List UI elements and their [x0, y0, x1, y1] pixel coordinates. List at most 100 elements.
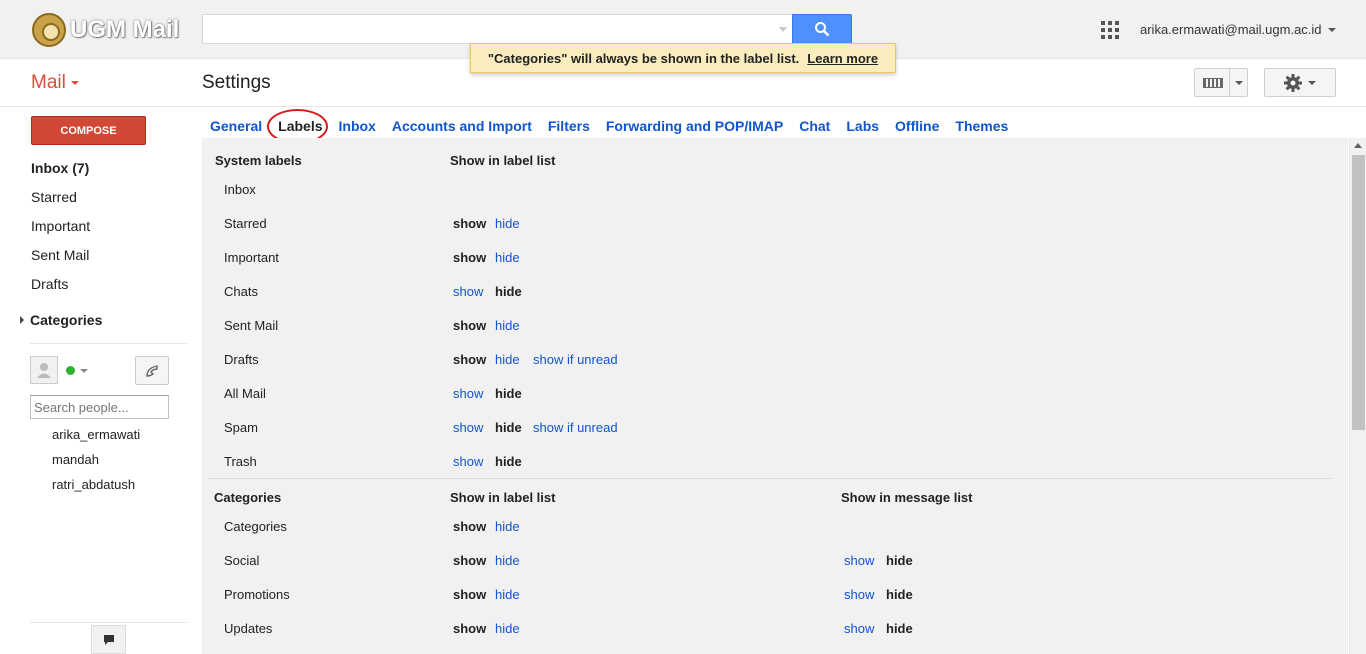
- tab-general[interactable]: General: [210, 118, 262, 138]
- search-input[interactable]: [203, 15, 763, 43]
- label-list-hide-link[interactable]: hide: [495, 587, 520, 602]
- sidebar-item-starred[interactable]: Starred: [31, 189, 77, 205]
- message-list-show-link[interactable]: show: [844, 587, 874, 602]
- sidebar-item-important[interactable]: Important: [31, 218, 90, 234]
- ugm-mail-logo[interactable]: UGM Mail: [32, 10, 179, 50]
- label-list-hide-link[interactable]: hide: [495, 621, 520, 636]
- sidebar-item-drafts[interactable]: Drafts: [31, 276, 68, 292]
- tab-chat[interactable]: Chat: [799, 118, 830, 138]
- logo-text: UGM Mail: [70, 16, 180, 43]
- scroll-up-arrow-icon[interactable]: [1354, 143, 1362, 148]
- learn-more-link[interactable]: Learn more: [807, 51, 878, 66]
- category-name: Social: [224, 553, 260, 568]
- label-list-show-link[interactable]: show: [453, 284, 483, 299]
- label-list-hide-link[interactable]: hide: [495, 318, 520, 333]
- tab-inbox[interactable]: Inbox: [339, 118, 376, 138]
- label-name: Important: [224, 250, 279, 265]
- categories-header: Categories: [214, 490, 282, 505]
- label-list-show-selected: show: [453, 587, 487, 602]
- status-caret-icon[interactable]: [80, 369, 88, 373]
- contact-item[interactable]: arika_ermawati: [52, 427, 140, 442]
- label-name: Sent Mail: [224, 318, 279, 333]
- label-list-show-if-unread-link[interactable]: show if unread: [533, 420, 618, 435]
- sidebar-categories-label: Categories: [30, 312, 103, 328]
- avatar[interactable]: [30, 356, 58, 384]
- label-name: Starred: [224, 216, 267, 231]
- label-list-hide-selected: hide: [495, 454, 522, 469]
- label-list-show-link[interactable]: show: [453, 454, 483, 469]
- apps-grid-icon[interactable]: [1101, 21, 1119, 39]
- search-people-input[interactable]: [30, 395, 169, 419]
- message-list-show-link[interactable]: show: [844, 621, 874, 636]
- scrollbar[interactable]: [1349, 138, 1366, 654]
- notice-banner: "Categories" will always be shown in the…: [470, 43, 896, 73]
- compose-button[interactable]: COMPOSE: [31, 116, 146, 145]
- account-menu-caret-icon[interactable]: [1328, 28, 1336, 32]
- chat-toggle-button[interactable]: [91, 625, 126, 654]
- person-icon: [37, 363, 51, 378]
- status-dot-icon[interactable]: [66, 366, 75, 375]
- sidebar-item-sent-mail[interactable]: Sent Mail: [31, 247, 89, 263]
- divider: [208, 478, 1332, 479]
- label-list-hide-link[interactable]: hide: [495, 250, 520, 265]
- expand-arrow-icon[interactable]: [20, 316, 24, 324]
- label-list-show-if-unread-link[interactable]: show if unread: [533, 352, 618, 367]
- mail-switcher[interactable]: Mail: [31, 72, 79, 94]
- contact-item[interactable]: mandah: [52, 452, 99, 467]
- tab-filters[interactable]: Filters: [548, 118, 590, 138]
- divider: [1229, 69, 1230, 96]
- tab-labels[interactable]: Labels: [278, 118, 322, 138]
- scrollbar-thumb[interactable]: [1352, 155, 1365, 430]
- sidebar-item-inbox[interactable]: Inbox (7): [31, 160, 89, 176]
- show-in-label-list-header: Show in label list: [450, 490, 556, 505]
- chat-bubble-icon: [103, 634, 114, 645]
- label-name: All Mail: [224, 386, 266, 401]
- label-list-show-link[interactable]: show: [453, 386, 483, 401]
- chevron-down-icon: [70, 80, 79, 85]
- show-in-message-list-header: Show in message list: [841, 490, 973, 505]
- label-list-hide-link[interactable]: hide: [495, 216, 520, 231]
- call-button[interactable]: [135, 356, 169, 385]
- label-list-hide-selected: hide: [495, 386, 522, 401]
- label-name: Chats: [224, 284, 258, 299]
- label-list-show-link[interactable]: show: [453, 420, 483, 435]
- system-labels-header: System labels: [215, 153, 302, 168]
- label-name: Drafts: [224, 352, 259, 367]
- tab-accounts-and-import[interactable]: Accounts and Import: [392, 118, 532, 138]
- category-name: Categories: [224, 519, 287, 534]
- search-options-caret-icon[interactable]: [779, 27, 787, 32]
- input-tools-button[interactable]: [1194, 68, 1248, 97]
- settings-button[interactable]: [1264, 68, 1336, 97]
- tab-forwarding-pop-imap[interactable]: Forwarding and POP/IMAP: [606, 118, 783, 138]
- label-list-hide-selected: hide: [495, 420, 522, 435]
- divider: [30, 622, 187, 623]
- account-email[interactable]: arika.ermawati@mail.ugm.ac.id: [1140, 22, 1322, 37]
- label-list-show-selected: show: [453, 318, 487, 333]
- label-list-show-selected: show: [453, 216, 487, 231]
- label-name: Trash: [224, 454, 257, 469]
- message-list-show-link[interactable]: show: [844, 553, 874, 568]
- show-in-label-list-header: Show in label list: [450, 153, 556, 168]
- search-button[interactable]: [792, 14, 852, 44]
- mail-switcher-label: Mail: [31, 72, 66, 93]
- label-list-hide-link[interactable]: hide: [495, 553, 520, 568]
- gear-icon: [1284, 73, 1302, 92]
- sidebar-item-categories[interactable]: Categories: [20, 312, 102, 328]
- page-title: Settings: [202, 72, 271, 93]
- label-list-hide-link[interactable]: hide: [495, 519, 520, 534]
- label-list-show-selected: show: [453, 519, 487, 534]
- tab-themes[interactable]: Themes: [955, 118, 1008, 138]
- tab-offline[interactable]: Offline: [895, 118, 939, 138]
- chevron-down-icon: [1308, 80, 1316, 85]
- contact-item[interactable]: ratri_abdatush: [52, 477, 135, 492]
- settings-tabs: General Labels Inbox Accounts and Import…: [210, 118, 1024, 138]
- tab-labs[interactable]: Labs: [846, 118, 879, 138]
- label-name: Spam: [224, 420, 258, 435]
- label-list-hide-link[interactable]: hide: [495, 352, 520, 367]
- chevron-down-icon: [1235, 81, 1243, 85]
- search-box: [202, 14, 793, 44]
- label-name: Inbox: [224, 182, 256, 197]
- keyboard-icon: [1203, 78, 1223, 88]
- category-name: Promotions: [224, 587, 290, 602]
- label-list-hide-selected: hide: [495, 284, 522, 299]
